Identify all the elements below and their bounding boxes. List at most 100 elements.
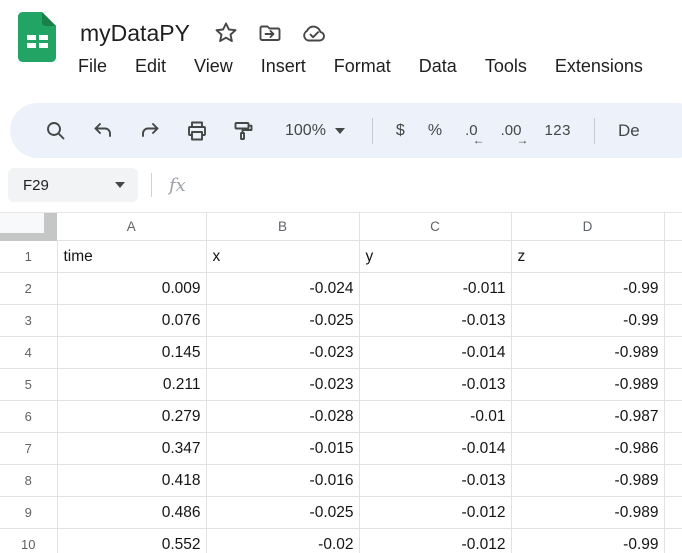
move-folder-icon[interactable] — [256, 19, 284, 47]
cell-b2[interactable]: -0.024 — [206, 273, 359, 305]
cell-e8[interactable] — [664, 465, 682, 497]
star-icon[interactable] — [212, 19, 240, 47]
cell-b4[interactable]: -0.023 — [206, 337, 359, 369]
row-header-4[interactable]: 4 — [0, 337, 57, 369]
cell-a7[interactable]: 0.347 — [57, 433, 206, 465]
menu-item-tools[interactable]: Tools — [485, 56, 527, 77]
google-sheets-app: myDataPY FileEditViewInsertF — [0, 0, 682, 553]
cell-d3[interactable]: -0.99 — [511, 305, 664, 337]
cell-c7[interactable]: -0.014 — [359, 433, 511, 465]
cell-c8[interactable]: -0.013 — [359, 465, 511, 497]
cell-e7[interactable] — [664, 433, 682, 465]
cell-b7[interactable]: -0.015 — [206, 433, 359, 465]
cell-c5[interactable]: -0.013 — [359, 369, 511, 401]
sheets-logo-icon[interactable] — [18, 12, 56, 62]
cell-e3[interactable] — [664, 305, 682, 337]
row-header-5[interactable]: 5 — [0, 369, 57, 401]
cell-e6[interactable] — [664, 401, 682, 433]
row-header-9[interactable]: 9 — [0, 497, 57, 529]
row-header-7[interactable]: 7 — [0, 433, 57, 465]
cell-a1[interactable]: time — [57, 241, 206, 273]
cell-b6[interactable]: -0.028 — [206, 401, 359, 433]
row-header-6[interactable]: 6 — [0, 401, 57, 433]
formula-input[interactable] — [186, 158, 682, 212]
row-header-8[interactable]: 8 — [0, 465, 57, 497]
row-header-3[interactable]: 3 — [0, 305, 57, 337]
menu-item-data[interactable]: Data — [419, 56, 457, 77]
column-header-d[interactable]: D — [511, 213, 664, 241]
paint-format-icon[interactable] — [232, 119, 256, 143]
table-row: 50.211-0.023-0.013-0.989 — [0, 369, 682, 401]
cell-c3[interactable]: -0.013 — [359, 305, 511, 337]
menu-item-file[interactable]: File — [78, 56, 107, 77]
cell-a9[interactable]: 0.486 — [57, 497, 206, 529]
print-icon[interactable] — [185, 119, 209, 143]
column-header-e[interactable] — [664, 213, 682, 241]
redo-icon[interactable] — [138, 119, 162, 143]
cell-c10[interactable]: -0.012 — [359, 529, 511, 553]
row-header-1[interactable]: 1 — [0, 241, 57, 273]
cell-a8[interactable]: 0.418 — [57, 465, 206, 497]
cell-d7[interactable]: -0.986 — [511, 433, 664, 465]
menu-item-insert[interactable]: Insert — [261, 56, 306, 77]
format-currency-button[interactable]: $ — [396, 122, 405, 140]
cell-b1[interactable]: x — [206, 241, 359, 273]
row-header-10[interactable]: 10 — [0, 529, 57, 553]
cell-d2[interactable]: -0.99 — [511, 273, 664, 305]
cell-e9[interactable] — [664, 497, 682, 529]
increase-decimal-button[interactable]: .00 → — [501, 122, 522, 139]
menubar: File Edit View Insert Format Data Tools Extensi… — [78, 56, 643, 77]
cell-d5[interactable]: -0.989 — [511, 369, 664, 401]
cell-d10[interactable]: -0.99 — [511, 529, 664, 553]
cell-d8[interactable]: -0.989 — [511, 465, 664, 497]
cell-c2[interactable]: -0.011 — [359, 273, 511, 305]
more-formats-button[interactable]: 123 — [544, 122, 571, 139]
cell-e4[interactable] — [664, 337, 682, 369]
row-header-2[interactable]: 2 — [0, 273, 57, 305]
arrow-left-icon: ← — [473, 133, 485, 147]
cell-c6[interactable]: -0.01 — [359, 401, 511, 433]
cell-e1[interactable] — [664, 241, 682, 273]
cell-e10[interactable] — [664, 529, 682, 553]
cell-b5[interactable]: -0.023 — [206, 369, 359, 401]
menu-item-format[interactable]: Format — [334, 56, 391, 77]
select-all-corner-box — [0, 213, 44, 233]
format-percent-button[interactable]: % — [428, 122, 442, 140]
cell-a6[interactable]: 0.279 — [57, 401, 206, 433]
cell-c1[interactable]: y — [359, 241, 511, 273]
cell-e5[interactable] — [664, 369, 682, 401]
cell-b9[interactable]: -0.025 — [206, 497, 359, 529]
cell-b8[interactable]: -0.016 — [206, 465, 359, 497]
font-family-selector[interactable]: De — [618, 121, 640, 141]
cell-c9[interactable]: -0.012 — [359, 497, 511, 529]
menu-item-extensions[interactable]: Extensions — [555, 56, 643, 77]
cell-b10[interactable]: -0.02 — [206, 529, 359, 553]
select-all-corner[interactable] — [0, 213, 57, 241]
toolbar-divider — [372, 118, 373, 144]
cell-b3[interactable]: -0.025 — [206, 305, 359, 337]
cell-a2[interactable]: 0.009 — [57, 273, 206, 305]
cell-d1[interactable]: z — [511, 241, 664, 273]
cell-a4[interactable]: 0.145 — [57, 337, 206, 369]
name-box[interactable]: F29 — [8, 168, 138, 202]
menu-item-edit[interactable]: Edit — [135, 56, 166, 77]
cell-a3[interactable]: 0.076 — [57, 305, 206, 337]
column-header-a[interactable]: A — [57, 213, 206, 241]
cell-c4[interactable]: -0.014 — [359, 337, 511, 369]
decrease-decimal-button[interactable]: .0 ← — [465, 122, 478, 139]
cell-d9[interactable]: -0.989 — [511, 497, 664, 529]
column-header-c[interactable]: C — [359, 213, 511, 241]
cell-a5[interactable]: 0.211 — [57, 369, 206, 401]
cell-d4[interactable]: -0.989 — [511, 337, 664, 369]
table-row: 30.076-0.025-0.013-0.99 — [0, 305, 682, 337]
menu-item-view[interactable]: View — [194, 56, 233, 77]
undo-icon[interactable] — [91, 119, 115, 143]
cell-a10[interactable]: 0.552 — [57, 529, 206, 553]
cell-e2[interactable] — [664, 273, 682, 305]
cell-d6[interactable]: -0.987 — [511, 401, 664, 433]
zoom-selector[interactable]: 100% — [285, 122, 345, 140]
column-header-b[interactable]: B — [206, 213, 359, 241]
document-title[interactable]: myDataPY — [80, 20, 190, 47]
search-icon[interactable] — [44, 119, 68, 143]
cloud-saved-icon[interactable] — [300, 19, 328, 47]
